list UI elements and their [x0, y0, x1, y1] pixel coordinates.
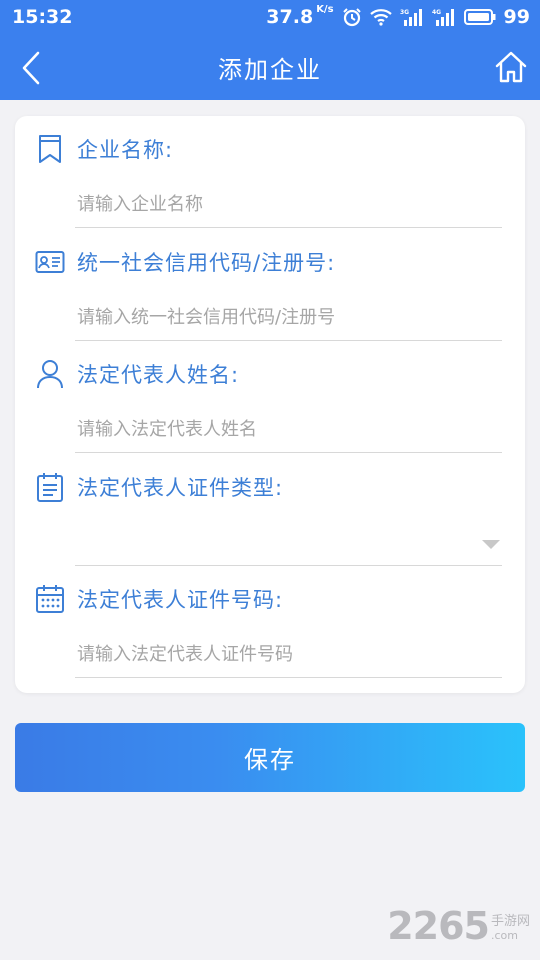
enterprise-name-input[interactable]: [75, 182, 502, 228]
field-id-type: 法定代表人证件类型:: [15, 454, 525, 567]
wifi-icon: [369, 8, 392, 26]
svg-text:4G: 4G: [432, 9, 441, 16]
id-card-icon: [35, 247, 65, 277]
save-button[interactable]: 保存: [15, 723, 525, 792]
field-header: 企业名称:: [35, 132, 173, 166]
field-header: 法定代表人证件类型:: [35, 470, 283, 504]
field-legal-rep-name: 法定代表人姓名:: [15, 341, 525, 454]
alarm-icon: [342, 7, 362, 27]
field-enterprise-name: 企业名称:: [15, 116, 525, 229]
field-label: 统一社会信用代码/注册号:: [77, 251, 336, 275]
status-bar: 15:32 37.8 K/s 3G 4G 99: [0, 0, 540, 34]
signal-3g-icon: 3G: [400, 8, 424, 26]
field-header: 法定代表人姓名:: [35, 357, 239, 391]
enterprise-form-card: 企业名称: 统一社会信用代码/注册号: 法定代表人姓名: 法定代表人证件类型:: [15, 116, 525, 693]
dropdown-arrow-icon: [482, 540, 500, 549]
id-type-select[interactable]: [75, 520, 502, 566]
app-header: 15:32 37.8 K/s 3G 4G 99 添加企业: [0, 0, 540, 100]
net-speed-value: 37.8: [266, 6, 314, 28]
net-speed: 37.8 K/s: [266, 4, 334, 28]
clipboard-list-icon: [35, 472, 65, 502]
page-title: 添加企业: [218, 55, 322, 84]
svg-text:3G: 3G: [400, 9, 409, 16]
battery-level: 99: [503, 6, 530, 28]
calendar-icon: [35, 584, 65, 614]
legal-rep-name-input[interactable]: [75, 407, 502, 453]
home-button[interactable]: [494, 50, 528, 84]
field-header: 统一社会信用代码/注册号:: [35, 245, 335, 279]
status-icons: 37.8 K/s 3G 4G 99: [266, 4, 530, 28]
credit-code-input[interactable]: [75, 295, 502, 341]
field-header: 法定代表人证件号码:: [35, 582, 283, 616]
field-label: 企业名称:: [77, 138, 174, 162]
field-label: 法定代表人证件类型:: [77, 476, 284, 500]
field-label: 法定代表人证件号码:: [77, 588, 284, 612]
navigation-bar: 添加企业: [0, 34, 540, 100]
field-credit-code: 统一社会信用代码/注册号:: [15, 229, 525, 342]
signal-4g-icon: 4G: [432, 8, 456, 26]
person-icon: [35, 359, 65, 389]
battery-icon: [463, 8, 496, 26]
field-id-number: 法定代表人证件号码:: [15, 566, 525, 679]
watermark-number: 2265: [387, 904, 490, 948]
bookmark-icon: [35, 134, 65, 164]
watermark-logo: 2265 手游网 .com: [387, 904, 530, 948]
watermark-domain: .com: [490, 929, 518, 942]
home-icon: [495, 51, 527, 83]
watermark-side: 手游网 .com: [491, 910, 530, 942]
net-speed-unit: K/s: [316, 4, 334, 15]
id-number-input[interactable]: [75, 632, 502, 678]
field-label: 法定代表人姓名:: [77, 363, 240, 387]
watermark-text: 手游网: [490, 914, 530, 929]
status-time: 15:32: [12, 6, 73, 28]
